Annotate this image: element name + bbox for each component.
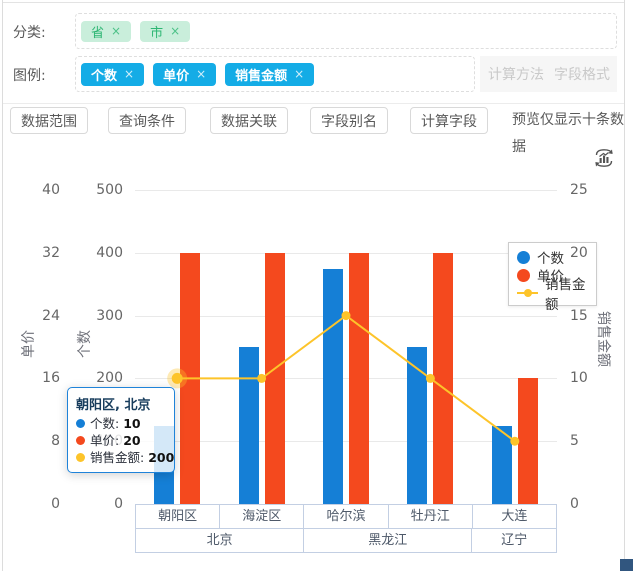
axis-tick-label: 200 [78, 369, 123, 387]
category-drop-zone[interactable]: 省×市× [75, 13, 617, 49]
axis-title-count: 个数 [74, 330, 94, 358]
axis-tick-label: 16 [15, 369, 60, 387]
axis-tick-label: 300 [78, 307, 123, 325]
tooltip-series-dot [76, 436, 85, 445]
switch-chart-icon[interactable] [592, 146, 616, 170]
tooltip-series-text: 销售金额: 200 [90, 449, 174, 466]
field-tag-2[interactable]: 销售金额 × [225, 63, 314, 86]
disabled-actions-panel: 计算方法 字段格式 [480, 56, 617, 92]
remove-icon[interactable]: × [170, 24, 180, 38]
bar-series0-cat4[interactable] [492, 426, 512, 505]
chart-designer-panel: 分类: 省×市× 图例: 个数×单价×销售金额× 计算方法 字段格式 数据范围查… [0, 0, 635, 571]
field-tag-label: 省 [91, 22, 104, 41]
x-axis-group-cell: 黑龙江 [303, 529, 471, 552]
legend-line-marker [517, 292, 538, 294]
tooltip-series-dot [76, 419, 85, 428]
toolbar-button-4[interactable]: 计算字段 [410, 107, 488, 134]
x-axis-category-cell: 牡丹江 [388, 505, 472, 528]
x-axis-group-cell: 辽宁 [471, 529, 556, 552]
tooltip-row-0: 个数: 10 [76, 415, 166, 432]
field-tag-0[interactable]: 个数 × [81, 63, 144, 86]
bar-series1-cat3[interactable] [433, 253, 453, 504]
field-tag-1[interactable]: 市× [140, 21, 190, 42]
tooltip-row-2: 销售金额: 200 [76, 449, 166, 466]
chart-tooltip: 朝阳区, 北京 个数: 10单价: 20销售金额: 200 [67, 387, 175, 473]
field-tag-label: 个数 [91, 65, 117, 84]
tooltip-title: 朝阳区, 北京 [76, 394, 166, 413]
tooltip-series-dot [76, 453, 85, 462]
x-axis-category-cell: 海淀区 [219, 505, 303, 528]
axis-tick-label: 5 [570, 432, 615, 450]
toolbar-button-1[interactable]: 查询条件 [108, 107, 186, 134]
toolbar-button-2[interactable]: 数据关联 [210, 107, 288, 134]
axis-tick-label: 0 [78, 495, 123, 513]
axis-tick-label: 8 [15, 432, 60, 450]
axis-tick-label: 40 [15, 181, 60, 199]
field-tag-label: 市 [150, 22, 163, 41]
remove-icon[interactable]: × [111, 24, 121, 38]
tooltip-row-1: 单价: 20 [76, 432, 166, 449]
bar-series0-cat2[interactable] [323, 269, 343, 505]
gridline [135, 190, 557, 191]
x-axis-row-districts: 朝阳区海淀区哈尔滨牡丹江大连 [136, 505, 556, 528]
tooltip-series-text: 单价: 20 [90, 432, 141, 449]
preview-note: 预览仅显示十条数据 [512, 107, 635, 134]
toolbar-button-3[interactable]: 字段别名 [310, 107, 388, 134]
axis-tick-label: 10 [570, 369, 615, 387]
axis-tick-label: 20 [570, 244, 615, 262]
bar-series0-cat1[interactable] [239, 347, 259, 504]
field-format-action: 字段格式 [554, 64, 610, 84]
axis-tick-label: 24 [15, 307, 60, 325]
axis-tick-label: 0 [570, 495, 615, 513]
calc-method-action: 计算方法 [488, 64, 544, 84]
x-axis-row-provinces: 北京黑龙江辽宁 [136, 528, 556, 552]
legend-item-label: 个数 [537, 247, 564, 267]
axis-tick-label: 32 [15, 244, 60, 262]
x-axis-category-cell: 大连 [472, 505, 556, 528]
x-axis-category-cell: 哈尔滨 [303, 505, 387, 528]
remove-icon[interactable]: × [294, 67, 304, 81]
right-border [624, 0, 625, 571]
bar-series1-cat4[interactable] [518, 378, 538, 504]
x-axis-table: 朝阳区海淀区哈尔滨牡丹江大连北京黑龙江辽宁 [135, 504, 557, 553]
axis-tick-label: 25 [570, 181, 615, 199]
axis-tick-label: 400 [78, 244, 123, 262]
left-border [2, 0, 3, 571]
tooltip-series-text: 个数: 10 [90, 415, 141, 432]
remove-icon[interactable]: × [196, 67, 206, 81]
axis-tick-label: 15 [570, 307, 615, 325]
scrollbar-thumb[interactable] [620, 559, 633, 571]
bar-series1-cat1[interactable] [265, 253, 285, 504]
axis-tick-label: 500 [78, 181, 123, 199]
x-axis-category-cell: 朝阳区 [136, 505, 219, 528]
x-axis-group-cell: 北京 [136, 529, 303, 552]
field-tag-label: 单价 [163, 65, 189, 84]
field-tag-1[interactable]: 单价 × [153, 63, 216, 86]
top-border [2, 2, 624, 3]
category-row-label: 分类: [13, 22, 46, 42]
legend-circle-marker [517, 251, 530, 264]
bar-series1-cat2[interactable] [349, 253, 369, 504]
axis-title-unit-price: 单价 [18, 330, 38, 358]
legend-drop-zone[interactable]: 个数 × 单价 × 销售金额 × [75, 56, 475, 92]
toolbar-button-0[interactable]: 数据范围 [10, 107, 88, 134]
divider [3, 103, 624, 104]
legend-circle-marker [517, 269, 530, 282]
legend-row-label: 图例: [13, 65, 46, 85]
bar-series1-cat0[interactable] [180, 253, 200, 504]
axis-tick-label: 0 [15, 495, 60, 513]
field-tag-0[interactable]: 省× [81, 21, 131, 42]
bar-series0-cat3[interactable] [407, 347, 427, 504]
legend-item-2[interactable]: 销售金额 [517, 284, 596, 302]
remove-icon[interactable]: × [124, 67, 134, 81]
field-tag-label: 销售金额 [235, 65, 287, 84]
